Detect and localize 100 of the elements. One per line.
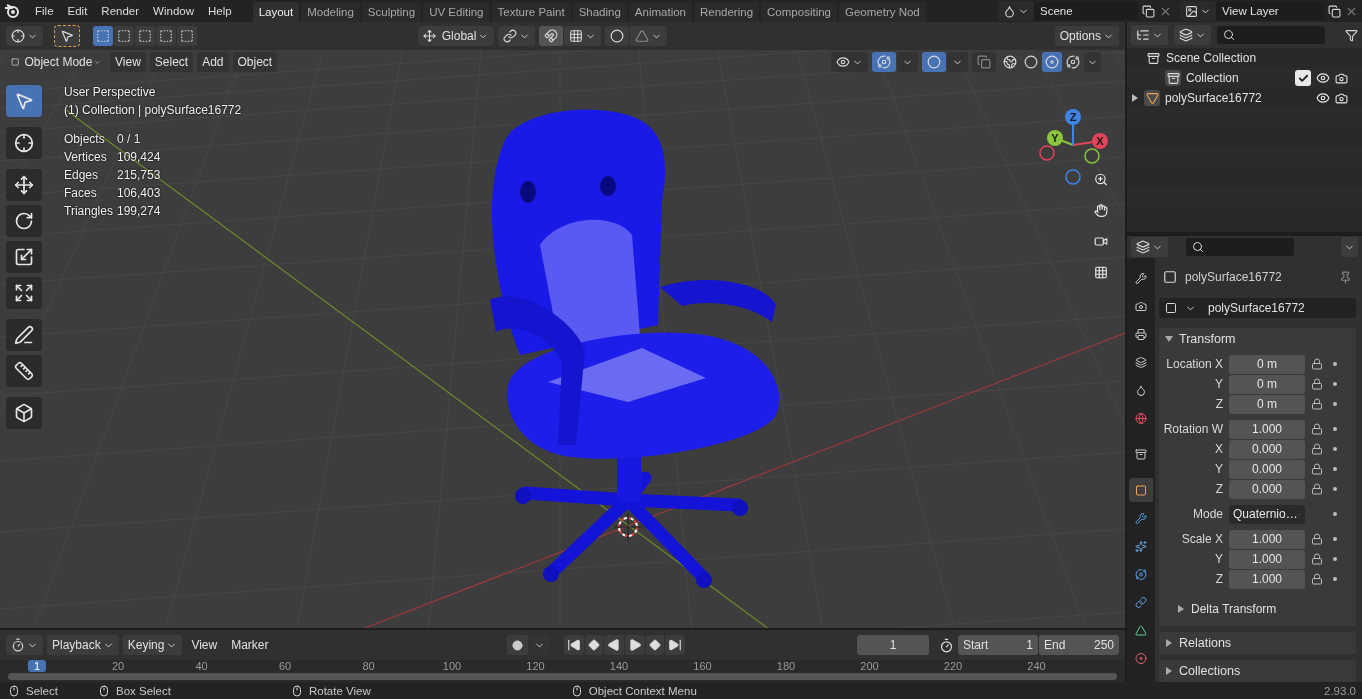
workspace-tab[interactable]: Shading (572, 2, 627, 22)
jump-end-button[interactable] (664, 635, 685, 655)
options-dropdown[interactable]: Options (1054, 26, 1119, 46)
workspace-tab[interactable]: Rendering (694, 2, 760, 22)
number-field[interactable]: 1.000 (1229, 549, 1305, 569)
menu-item[interactable]: Render (94, 5, 147, 17)
tool-button[interactable] (6, 355, 42, 387)
properties-tab[interactable] (1129, 478, 1153, 502)
proportional-toggle[interactable] (604, 26, 629, 46)
start-frame-field[interactable]: Start 1 (958, 635, 1038, 655)
number-field[interactable]: 1.000 (1229, 419, 1305, 439)
menu-button[interactable]: Marker (226, 635, 274, 655)
pivot-dropdown[interactable] (6, 26, 43, 46)
tool-button[interactable] (6, 169, 42, 201)
menu-button[interactable]: Select (149, 52, 194, 72)
tool-button[interactable] (55, 26, 79, 46)
menu-button[interactable]: Add (197, 52, 229, 72)
menu-item[interactable]: Help (201, 5, 239, 17)
menu-item[interactable]: File (28, 5, 61, 17)
workspace-tab[interactable]: Layout (252, 2, 300, 22)
overlay-toggle[interactable] (922, 52, 946, 72)
keyframe-dot[interactable] (1333, 402, 1337, 406)
menu-item[interactable]: Window (146, 5, 201, 17)
selection-mode-button[interactable] (177, 26, 197, 46)
selection-mode-button[interactable] (156, 26, 176, 46)
panel-header[interactable]: Transform (1159, 328, 1356, 350)
selection-mode-button[interactable] (135, 26, 155, 46)
keyframe-dot[interactable] (1333, 447, 1337, 451)
options-dropdown[interactable] (1341, 237, 1358, 257)
keyframe-dot[interactable] (1333, 362, 1337, 366)
checkbox[interactable] (1295, 70, 1311, 86)
expand-arrow-icon[interactable] (1131, 94, 1139, 102)
current-frame-marker[interactable]: 1 (27, 660, 47, 672)
axis-handle[interactable]: Z (1065, 109, 1081, 146)
menu-item[interactable]: Edit (60, 5, 95, 17)
workspace-tab[interactable]: Texture Paint (491, 2, 571, 22)
menu-button[interactable]: Object (232, 52, 278, 72)
record-button[interactable] (506, 635, 528, 655)
outliner-item[interactable]: Collection (1186, 71, 1290, 85)
tool-button[interactable] (6, 205, 42, 237)
keyframe-dot[interactable] (1333, 467, 1337, 471)
axis-handle[interactable]: X (1072, 133, 1108, 149)
timeline-scrollbar[interactable] (8, 673, 1117, 680)
visibility-dropdown[interactable] (831, 52, 868, 72)
number-field[interactable]: 0.000 (1229, 439, 1305, 459)
workspace-tab[interactable]: Geometry Nod (839, 2, 926, 22)
snap-dropdown[interactable] (563, 26, 601, 46)
tool-button[interactable] (6, 127, 42, 159)
keyframe-dot[interactable] (1333, 487, 1337, 491)
number-field[interactable]: 0.000 (1229, 459, 1305, 479)
number-field[interactable]: 0 m (1229, 354, 1305, 374)
menu-button[interactable]: View (110, 52, 146, 72)
number-field[interactable]: 0 m (1229, 374, 1305, 394)
orientation-dropdown[interactable]: Global (417, 26, 494, 46)
panel-header[interactable]: Relations (1159, 632, 1356, 654)
scene-field[interactable]: Scene (1034, 2, 1138, 20)
view-layer-selector[interactable] (1180, 1, 1216, 21)
workspace-tab[interactable]: Sculpting (361, 2, 422, 22)
axis-handle[interactable] (1084, 148, 1100, 164)
number-field[interactable]: 0.000 (1229, 479, 1305, 499)
previous-keyframe-button[interactable] (584, 635, 603, 655)
jump-start-button[interactable] (563, 635, 584, 655)
menu-button[interactable]: View (186, 635, 223, 655)
number-field[interactable]: 1.000 (1229, 569, 1305, 589)
snap-toggle[interactable] (538, 26, 563, 46)
falloff-dropdown[interactable] (629, 26, 667, 46)
tool-button[interactable] (6, 319, 42, 351)
axis-handle[interactable] (1065, 169, 1081, 185)
editor-type-dropdown[interactable] (6, 635, 43, 655)
axis-handle[interactable] (1039, 145, 1055, 161)
current-frame-field[interactable]: 1 (857, 635, 929, 655)
outliner-item[interactable]: polySurface16772 (1165, 91, 1311, 105)
tool-button[interactable] (6, 397, 42, 429)
workspace-tab[interactable]: Modeling (301, 2, 360, 22)
menu-dropdown[interactable]: Playback (47, 635, 119, 655)
view-layer-field[interactable]: View Layer (1216, 2, 1324, 20)
next-keyframe-button[interactable] (645, 635, 664, 655)
view-layer-dropdown[interactable] (1174, 25, 1211, 45)
number-field[interactable]: 1.000 (1229, 529, 1305, 549)
keyframe-dot[interactable] (1333, 577, 1337, 581)
shading-button[interactable] (1063, 52, 1083, 72)
mode-dropdown[interactable]: Quaternio… (1229, 504, 1305, 524)
logo-icon[interactable] (4, 4, 20, 18)
panel-header[interactable]: Collections (1159, 660, 1356, 682)
workspace-tab[interactable]: Animation (628, 2, 692, 22)
pivot-point-dropdown[interactable] (497, 26, 535, 46)
search-field[interactable] (1217, 26, 1325, 44)
workspace-tab[interactable]: Compositing (761, 2, 837, 22)
end-frame-field[interactable]: End 250 (1039, 635, 1119, 655)
menu-dropdown[interactable]: Keying (122, 635, 183, 655)
selection-mode-button[interactable] (93, 26, 113, 46)
keyframe-dot[interactable] (1333, 382, 1337, 386)
shading-button[interactable] (1042, 52, 1062, 72)
keyframe-dot[interactable] (1333, 427, 1337, 431)
keyframe-dot[interactable] (1333, 557, 1337, 561)
workspace-tab[interactable]: UV Editing (423, 2, 490, 22)
editor-type-dropdown[interactable] (1131, 237, 1168, 257)
name-field[interactable]: polySurface16772 (1159, 298, 1356, 318)
xray-toggle[interactable] (972, 52, 996, 72)
tool-button[interactable] (6, 241, 42, 273)
